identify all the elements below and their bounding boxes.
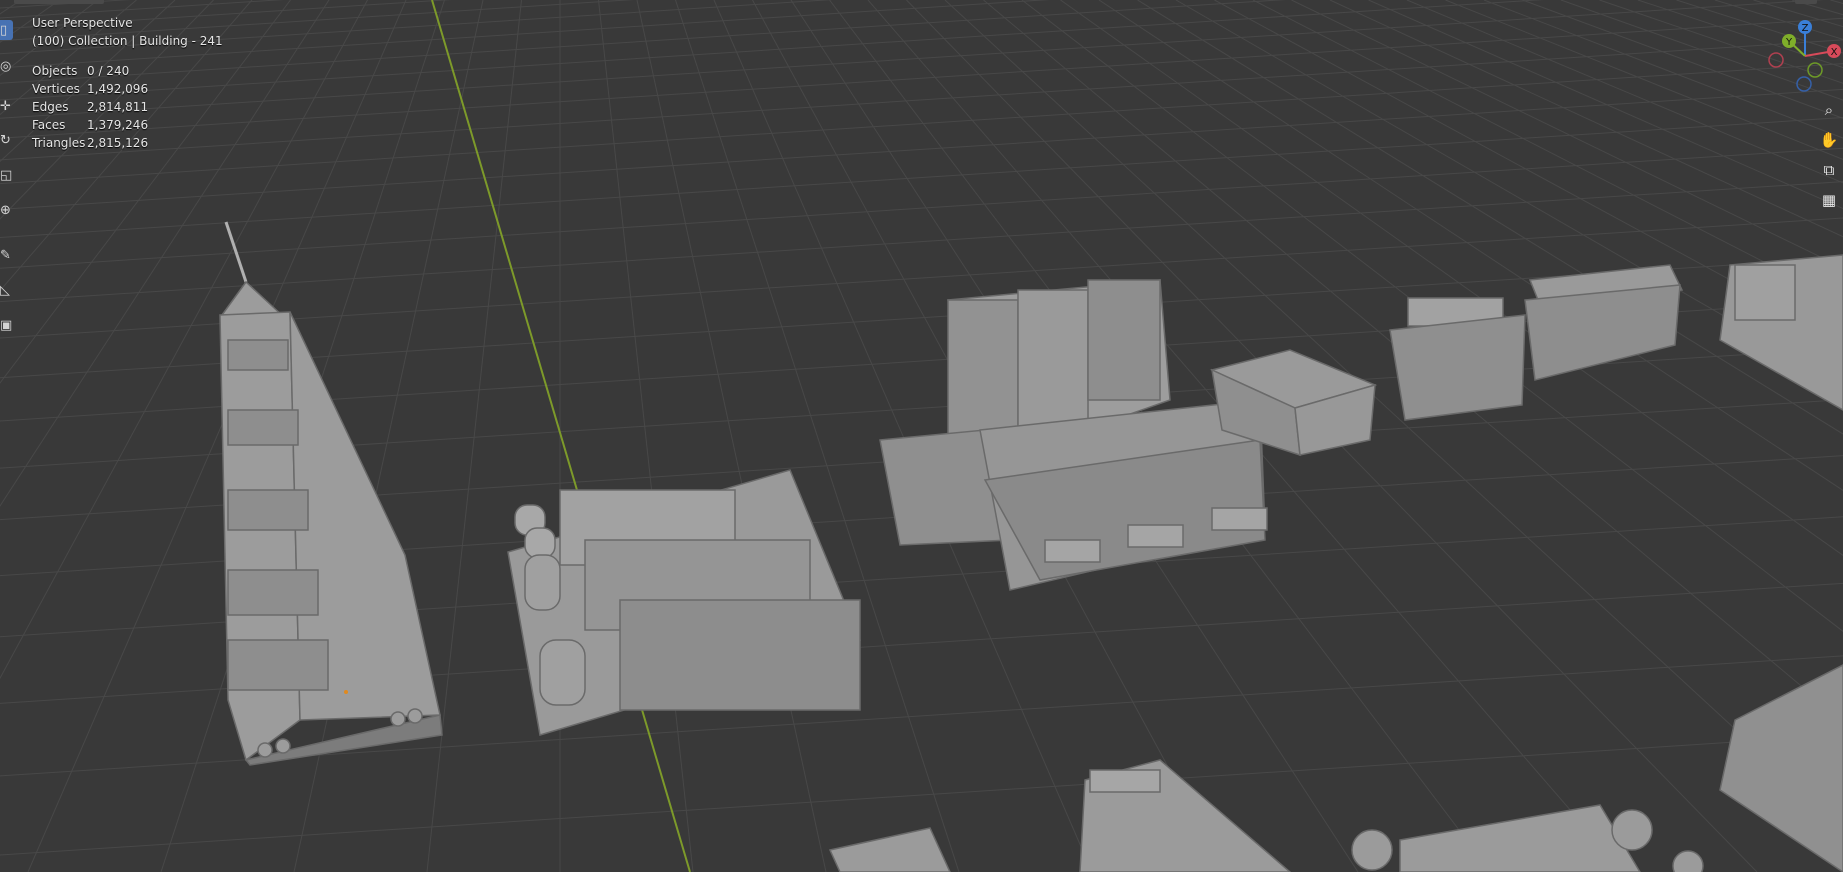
gizmo-y-label: Y <box>1785 37 1793 48</box>
measure-icon[interactable]: ◺ <box>0 280 13 300</box>
annotate-icon[interactable]: ✎ <box>0 245 13 265</box>
view-name: User Perspective <box>32 16 133 30</box>
3d-viewport[interactable]: User Perspective (100) Collection | Buil… <box>0 0 1843 872</box>
stat-triangles: Triangles 2,815,126 <box>32 136 149 150</box>
zoom-icon[interactable]: ⌕ <box>1815 97 1843 123</box>
header-strip <box>14 0 104 4</box>
stat-vertices: Vertices 1,492,096 <box>32 82 149 96</box>
navigation-gizmo[interactable]: Z Y X <box>1760 14 1843 98</box>
collection-info: (100) Collection | Building - 241 <box>32 34 223 48</box>
stat-objects: Objects 0 / 240 <box>32 64 130 78</box>
camera-icon[interactable]: ⧉ <box>1815 157 1843 183</box>
stat-edges: Edges 2,814,811 <box>32 100 149 114</box>
grid-view-icon[interactable]: ▦ <box>1815 187 1843 213</box>
tool-shelf: ▯ ◎ ✛ ↻ ◱ ⊕ ✎ ◺ ▣ <box>0 0 13 345</box>
header-strip-right <box>1795 0 1817 4</box>
cursor-icon[interactable]: ◎ <box>0 56 13 76</box>
gizmo-x-label: X <box>1831 47 1838 58</box>
rotate-icon[interactable]: ↻ <box>0 130 13 150</box>
stat-faces: Faces 1,379,246 <box>32 118 149 132</box>
move-icon[interactable]: ✛ <box>0 96 13 116</box>
scene-canvas[interactable] <box>0 0 1843 872</box>
pan-hand-icon[interactable]: ✋ <box>1815 127 1843 153</box>
scene-statistics: Objects 0 / 240 Vertices 1,492,096 Edges 2,… <box>32 62 223 152</box>
transform-icon[interactable]: ⊕ <box>0 200 13 220</box>
viewport-info: User Perspective (100) Collection | Buil… <box>32 14 223 152</box>
add-cube-icon[interactable]: ▣ <box>0 315 13 335</box>
scale-icon[interactable]: ◱ <box>0 165 13 185</box>
gizmo-z-label: Z <box>1802 23 1809 34</box>
select-box-icon[interactable]: ▯ <box>0 20 13 40</box>
